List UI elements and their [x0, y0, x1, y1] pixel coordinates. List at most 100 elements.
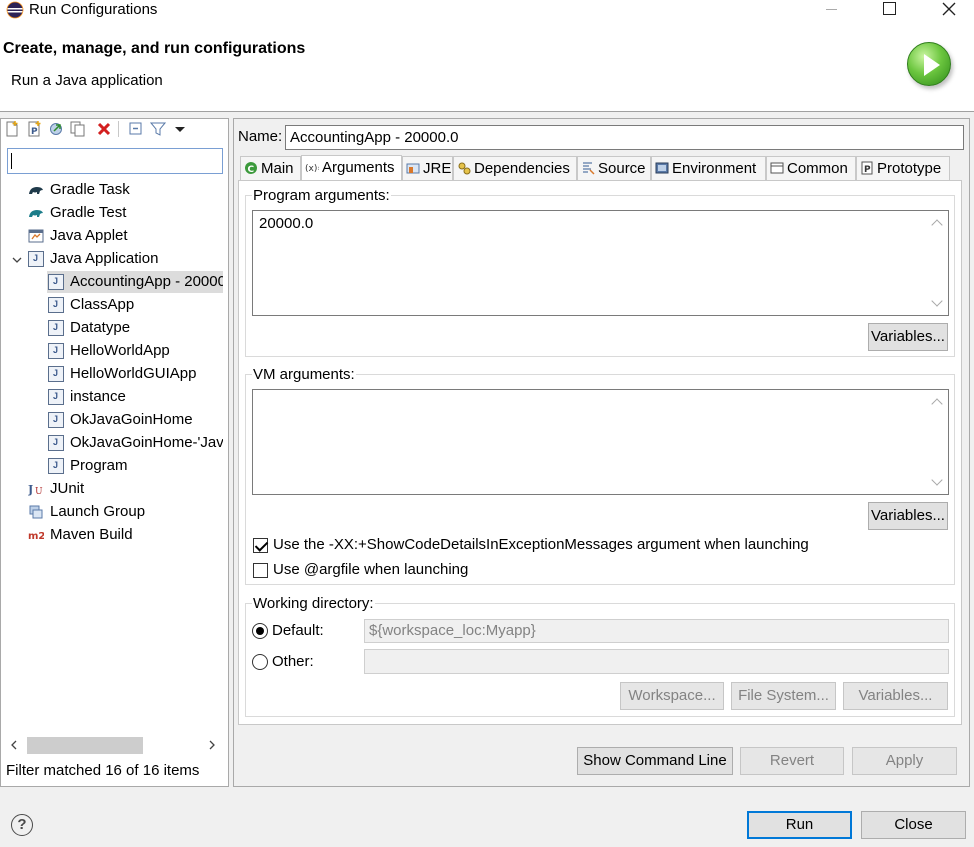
tab-prototype[interactable]: P Prototype [856, 156, 950, 181]
tree-item-maven-build[interactable]: m2 Maven Build [28, 524, 218, 546]
tree-item-junit[interactable]: J U JUnit [28, 478, 218, 500]
program-arguments-textarea[interactable]: 20000.0 [252, 210, 949, 316]
program-variables-button[interactable]: Variables... [868, 323, 948, 351]
workspace-button[interactable]: Workspace... [620, 682, 724, 710]
java-file-icon [48, 458, 64, 474]
tab-label: Environment [672, 160, 757, 177]
tree-item-java-application[interactable]: Java Application [28, 248, 218, 270]
tree-item-okjavagoinhome-java[interactable]: OkJavaGoinHome-'Java [48, 432, 223, 454]
close-icon[interactable] [941, 1, 957, 17]
svg-text:J: J [28, 483, 33, 496]
vertical-scrollbar[interactable] [928, 390, 948, 494]
launch-group-icon [29, 505, 43, 519]
apply-button[interactable]: Apply [852, 747, 957, 775]
svg-text:P: P [864, 165, 871, 175]
export-icon[interactable] [48, 121, 64, 137]
java-file-icon [48, 389, 64, 405]
tree-item-okjavagoinhome[interactable]: OkJavaGoinHome [48, 409, 223, 431]
tab-source[interactable]: Source [577, 156, 651, 181]
tree-item-label: Java Application [50, 250, 159, 267]
chevron-down-icon[interactable] [11, 254, 23, 266]
scrollbar-thumb[interactable] [27, 737, 143, 754]
tree-item-label: Gradle Task [50, 181, 130, 198]
scroll-up-icon[interactable] [931, 398, 943, 410]
tab-label: Prototype [877, 160, 942, 177]
show-code-details-label: Use the -XX:+ShowCodeDetailsInExceptionM… [273, 536, 809, 553]
scroll-up-icon[interactable] [931, 219, 943, 231]
tree-item-launch-group[interactable]: Launch Group [28, 501, 218, 523]
tree-item-label: HelloWorldGUIApp [70, 365, 197, 382]
scroll-down-icon[interactable] [931, 295, 943, 307]
gradle-icon [29, 187, 43, 194]
name-input[interactable]: AccountingApp - 20000.0 [285, 125, 964, 150]
name-label: Name: [238, 128, 283, 145]
tree-item-gradle-task[interactable]: Gradle Task [28, 179, 218, 201]
tree-item-java-applet[interactable]: Java Applet [28, 225, 218, 247]
tree-item-accountingapp[interactable]: AccountingApp - 20000 [48, 271, 223, 293]
tab-arguments[interactable]: (x)= Arguments [301, 155, 402, 182]
tree-item-label: HelloWorldApp [70, 342, 170, 359]
tree-item-datatype[interactable]: Datatype [48, 317, 223, 339]
tab-environment[interactable]: Environment [651, 156, 766, 181]
vm-variables-button[interactable]: Variables... [868, 502, 948, 530]
java-file-icon [48, 320, 64, 336]
duplicate-icon[interactable] [70, 121, 86, 137]
tab-common[interactable]: Common [766, 156, 856, 181]
header-title: Create, manage, and run configurations [3, 40, 306, 57]
scroll-left-icon[interactable] [8, 739, 20, 751]
close-button[interactable]: Close [861, 811, 966, 839]
minimize-icon[interactable] [826, 0, 838, 18]
tree-item-helloworldapp[interactable]: HelloWorldApp [48, 340, 223, 362]
java-file-icon [48, 297, 64, 313]
help-icon[interactable]: ? [11, 814, 33, 836]
tree-item-instance[interactable]: instance [48, 386, 223, 408]
tree-item-classapp[interactable]: ClassApp [48, 294, 223, 316]
filter-icon[interactable] [150, 121, 166, 137]
new-configuration-icon[interactable] [4, 121, 20, 137]
common-tab-icon [770, 162, 784, 174]
filter-input[interactable] [7, 148, 223, 174]
tree-item-label: ClassApp [70, 296, 135, 313]
default-directory-radio[interactable] [252, 623, 268, 639]
java-applet-icon [28, 229, 44, 243]
tree-item-label: Datatype [70, 319, 131, 336]
tree-item-label: OkJavaGoinHome [70, 411, 193, 428]
tab-label: Arguments [322, 159, 395, 176]
other-directory-radio[interactable] [252, 654, 268, 670]
tree-item-helloworldguiapp[interactable]: HelloWorldGUIApp [48, 363, 223, 385]
vm-arguments-textarea[interactable] [252, 389, 949, 495]
revert-button[interactable]: Revert [740, 747, 844, 775]
tree-item-gradle-test[interactable]: Gradle Test [28, 202, 218, 224]
environment-tab-icon [655, 162, 669, 174]
new-prototype-icon[interactable]: P [26, 121, 42, 137]
tab-label: Main [261, 160, 294, 177]
argfile-checkbox[interactable] [253, 563, 268, 578]
prototype-tab-icon: P [861, 161, 873, 175]
working-directory-label: Working directory: [252, 595, 375, 612]
maven-icon: m2 [28, 531, 44, 542]
delete-icon[interactable] [96, 121, 112, 137]
main-tab-icon: C [245, 162, 257, 175]
dialog-header [0, 20, 974, 112]
svg-text:C: C [248, 165, 255, 175]
filter-status: Filter matched 16 of 16 items [6, 762, 200, 779]
view-menu-icon[interactable] [172, 121, 188, 137]
show-code-details-checkbox[interactable] [253, 538, 268, 553]
tab-jre[interactable]: JRE [402, 156, 453, 181]
tree-item-program[interactable]: Program [48, 455, 223, 477]
scroll-right-icon[interactable] [206, 739, 218, 751]
maximize-icon[interactable] [883, 2, 896, 15]
jre-tab-icon [406, 163, 420, 174]
show-command-line-button[interactable]: Show Command Line [577, 747, 733, 775]
directory-variables-button[interactable]: Variables... [843, 682, 948, 710]
file-system-button[interactable]: File System... [731, 682, 836, 710]
java-file-icon [48, 343, 64, 359]
tab-label: JRE [423, 160, 452, 177]
tab-main[interactable]: C Main [240, 156, 301, 181]
toolbar-separator [118, 121, 119, 137]
tab-dependencies[interactable]: Dependencies [453, 156, 577, 181]
run-button[interactable]: Run [747, 811, 852, 839]
vertical-scrollbar[interactable] [928, 211, 948, 315]
scroll-down-icon[interactable] [931, 474, 943, 486]
collapse-all-icon[interactable] [128, 121, 144, 137]
